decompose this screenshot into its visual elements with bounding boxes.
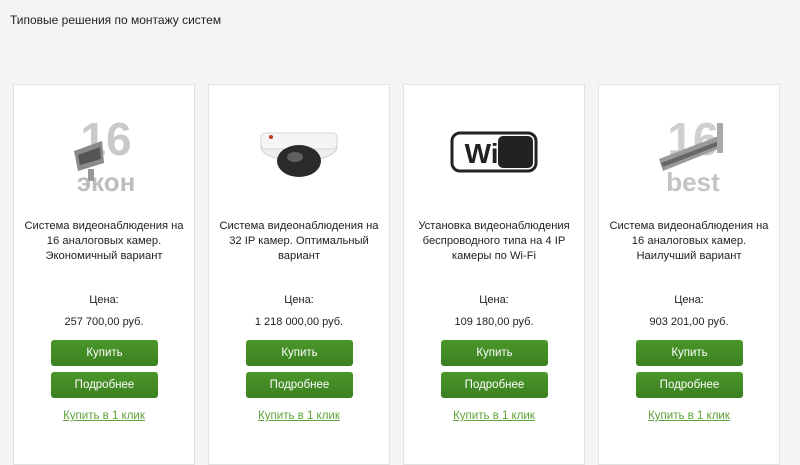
solution-card: Система видеонаблюдения на 32 IP камер. … [208, 84, 390, 465]
card-title: Система видеонаблюдения на 16 аналоговых… [24, 220, 184, 262]
card-title: Установка видеонаблюдения беспроводного … [418, 220, 570, 262]
price-value: 109 180,00 руб. [454, 316, 534, 328]
buy-button[interactable]: Купить [51, 340, 158, 366]
page-title: Типовые решения по монтажу систем [10, 13, 222, 27]
price-value: 1 218 000,00 руб. [254, 316, 344, 328]
card-title: Система видеонаблюдения на 16 аналоговых… [609, 220, 769, 262]
details-button[interactable]: Подробнее [441, 372, 548, 398]
buy-button[interactable]: Купить [636, 340, 743, 366]
buy-one-click-link[interactable]: Купить в 1 клик [404, 410, 584, 422]
buy-one-click-link[interactable]: Купить в 1 клик [599, 410, 779, 422]
buy-button[interactable]: Купить [246, 340, 353, 366]
card-title: Система видеонаблюдения на 32 IP камер. … [219, 220, 379, 262]
price-label: Цена: [674, 294, 704, 306]
price-value: 257 700,00 руб. [64, 316, 144, 328]
details-button[interactable]: Подробнее [51, 372, 158, 398]
details-button[interactable]: Подробнее [636, 372, 743, 398]
camera-16-best-image[interactable]: 16 best [599, 113, 779, 197]
buy-one-click-link[interactable]: Купить в 1 клик [14, 410, 194, 422]
buy-button[interactable]: Купить [441, 340, 548, 366]
solution-card: 16 экон Система видеонаблюдения на 16 ан… [13, 84, 195, 465]
price-label: Цена: [284, 294, 314, 306]
price-value: 903 201,00 руб. [649, 316, 729, 328]
svg-text:экон: экон [77, 167, 136, 197]
details-button[interactable]: Подробнее [246, 372, 353, 398]
camera-16-econ-image[interactable]: 16 экон [14, 113, 194, 197]
solutions-grid: 16 экон Система видеонаблюдения на 16 ан… [13, 84, 795, 465]
price-label: Цена: [479, 294, 509, 306]
price-label: Цена: [89, 294, 119, 306]
svg-text:WiFi: WiFi [465, 138, 524, 169]
wifi-logo-image[interactable]: WiFi [404, 113, 584, 197]
buy-one-click-link[interactable]: Купить в 1 клик [209, 410, 389, 422]
solution-card: WiFi Установка видеонаблюдения беспровод… [403, 84, 585, 465]
svg-text:best: best [666, 167, 720, 197]
dome-camera-image[interactable] [209, 113, 389, 197]
solution-card: 16 best Система видеонаблюдения на 16 ан… [598, 84, 780, 465]
